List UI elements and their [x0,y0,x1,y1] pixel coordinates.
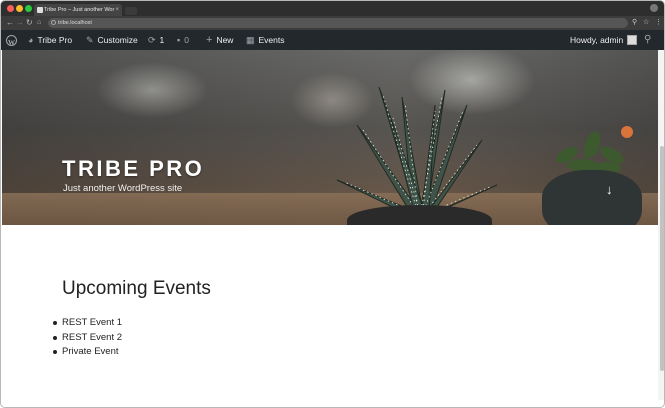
search-button[interactable]: ⚲ [644,30,655,50]
comment-icon: ▪ [177,35,181,45]
customize-label: Customize [97,35,138,45]
updates-count: 1 [159,35,165,45]
wordpress-logo-icon [6,33,17,53]
browser-tab[interactable]: Tribe Pro – Just another Wor × [34,4,122,16]
plus-icon: + [206,34,213,46]
site-description: Just another WordPress site [63,183,183,194]
browser-toolbar: ← → ↻ ⌂ tribe.localhost ⚲ ☆ ⋮ [1,16,664,30]
browser-tab-bar: Tribe Pro – Just another Wor × [1,1,664,16]
howdy-label: Howdy, admin [570,35,624,45]
profile-icon[interactable] [650,4,658,12]
customize-link[interactable]: ✎ Customize [86,30,138,50]
site-name-menu[interactable]: ◕ Tribe Pro [28,30,72,50]
dashboard-icon: ◕ [28,35,34,45]
forward-arrow-icon[interactable]: → [16,17,24,29]
close-window-button[interactable] [7,5,14,12]
zoom-icon[interactable]: ⚲ [632,18,637,28]
new-tab-button[interactable] [125,7,137,15]
menu-dots-icon[interactable]: ⋮ [655,18,662,28]
upcoming-events-heading: Upcoming Events [62,278,211,299]
scroll-down-arrow-icon[interactable]: ↓ [606,182,613,197]
maximize-window-button[interactable] [25,5,32,12]
site-name-label: Tribe Pro [37,35,73,45]
paintbrush-icon: ✎ [86,35,94,45]
succulent-plant-graphic [336,86,498,216]
wp-logo-menu[interactable] [6,30,17,53]
back-arrow-icon[interactable]: ← [6,17,14,29]
comments-count: 0 [184,35,189,45]
site-title[interactable]: TRIBE PRO [62,156,204,182]
event-link-private-event[interactable]: Private Event [52,346,122,361]
events-menu[interactable]: ▦ Events [246,30,285,50]
url-text: tribe.localhost [58,20,92,26]
updates-icon: ⟳ [148,35,156,45]
bookmark-star-icon[interactable]: ☆ [643,18,649,28]
minimize-window-button[interactable] [16,5,23,12]
avatar [627,35,638,45]
reload-icon[interactable]: ↻ [26,17,33,29]
search-icon: ⚲ [644,34,652,45]
new-content-menu[interactable]: + New [206,30,233,50]
events-list: REST Event 1 REST Event 2 Private Event [52,317,122,361]
my-account-menu[interactable]: Howdy, admin [570,30,638,50]
new-label: New [216,35,234,45]
event-link-rest-event-1[interactable]: REST Event 1 [52,317,122,332]
event-link-rest-event-2[interactable]: REST Event 2 [52,332,122,347]
tab-title: Tribe Pro – Just another Wor [44,7,115,13]
address-bar[interactable]: tribe.localhost [48,18,628,28]
updates-link[interactable]: ⟳ 1 [148,30,164,50]
browser-window: Tribe Pro – Just another Wor × ← → ↻ ⌂ t… [0,0,665,408]
scrollbar-thumb[interactable] [660,146,664,371]
events-label: Events [258,35,285,45]
background-pot [542,170,642,225]
calendar-icon: ▦ [246,35,255,45]
comments-link[interactable]: ▪ 0 [177,30,189,50]
tab-close-icon[interactable]: × [115,4,119,16]
home-icon[interactable]: ⌂ [37,17,41,29]
wp-admin-bar: ◕ Tribe Pro ✎ Customize ⟳ 1 ▪ 0 + New ▦ … [1,30,664,53]
info-icon [51,20,56,25]
favicon-icon [37,7,43,13]
header-hero-image: TRIBE PRO Just another WordPress site ↓ [2,50,662,225]
